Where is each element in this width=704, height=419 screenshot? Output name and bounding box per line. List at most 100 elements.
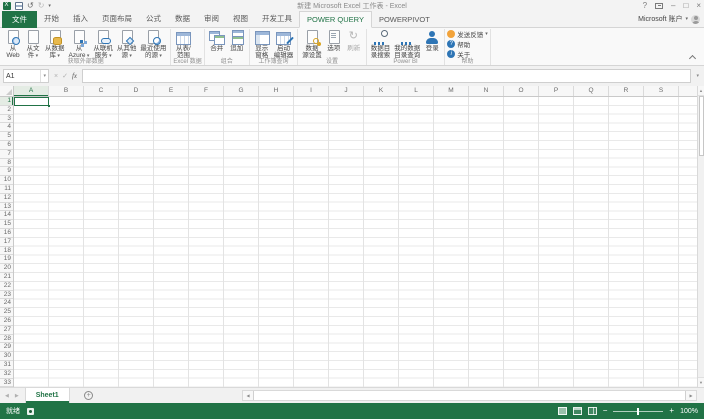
scroll-left-icon[interactable]: ◀ xyxy=(243,391,253,400)
ribbon-button-launch-editor[interactable]: 启动 编辑器 xyxy=(272,29,296,59)
column-header-J[interactable]: J xyxy=(329,86,364,96)
horizontal-scroll-thumb[interactable] xyxy=(253,391,686,400)
row-header-30[interactable]: 30 xyxy=(0,352,13,361)
zoom-level[interactable]: 100% xyxy=(680,408,698,415)
column-header-A[interactable]: A xyxy=(14,86,49,96)
row-header-1[interactable]: 1 xyxy=(0,97,13,106)
page-break-view-button[interactable] xyxy=(588,407,597,415)
column-header-B[interactable]: B xyxy=(49,86,84,96)
save-button[interactable] xyxy=(15,2,23,10)
normal-view-button[interactable] xyxy=(558,407,567,415)
page-layout-view-button[interactable] xyxy=(573,407,582,415)
row-header-2[interactable]: 2 xyxy=(0,106,13,115)
prev-sheet-icon[interactable]: ◀ xyxy=(5,393,9,399)
ribbon-button-from-file[interactable]: 从文 件 xyxy=(23,29,43,59)
column-header-F[interactable]: F xyxy=(189,86,224,96)
new-sheet-button[interactable] xyxy=(84,391,93,400)
row-header-22[interactable]: 22 xyxy=(0,282,13,291)
collapse-ribbon-icon[interactable] xyxy=(689,55,696,62)
zoom-out-button[interactable]: − xyxy=(603,407,608,415)
next-sheet-icon[interactable]: ▶ xyxy=(15,393,19,399)
close-button[interactable]: × xyxy=(696,1,701,10)
tab-review[interactable]: 审阅 xyxy=(197,10,226,27)
tab-data[interactable]: 数据 xyxy=(168,10,197,27)
row-header-13[interactable]: 13 xyxy=(0,203,13,212)
ribbon-button-from-azure[interactable]: 从 Azure xyxy=(67,29,92,59)
ribbon-button-send-feedback[interactable]: 发送反馈 xyxy=(447,29,488,38)
tab-formulas[interactable]: 公式 xyxy=(139,10,168,27)
tab-file[interactable]: 文件 xyxy=(2,11,37,28)
row-header-21[interactable]: 21 xyxy=(0,273,13,282)
tab-home[interactable]: 开始 xyxy=(37,10,66,27)
tab-powerpivot[interactable]: POWERPIVOT xyxy=(372,12,437,27)
row-header-23[interactable]: 23 xyxy=(0,291,13,300)
row-header-26[interactable]: 26 xyxy=(0,317,13,326)
row-header-15[interactable]: 15 xyxy=(0,220,13,229)
ribbon-button-sign-in[interactable]: 登录 xyxy=(422,29,442,59)
name-box-dropdown-icon[interactable]: ▾ xyxy=(40,70,46,82)
tab-power-query[interactable]: POWER QUERY xyxy=(299,11,372,28)
row-header-16[interactable]: 16 xyxy=(0,229,13,238)
tab-developer[interactable]: 开发工具 xyxy=(255,10,299,27)
column-header-Q[interactable]: Q xyxy=(574,86,609,96)
tab-view[interactable]: 视图 xyxy=(226,10,255,27)
row-header-10[interactable]: 10 xyxy=(0,176,13,185)
sheet-tab-sheet1[interactable]: Sheet1 xyxy=(25,388,70,403)
cancel-entry-button[interactable]: × xyxy=(54,73,58,80)
row-header-11[interactable]: 11 xyxy=(0,185,13,194)
ribbon-button-recent-sources[interactable]: 最近使用 的源 xyxy=(138,29,168,59)
tab-page-layout[interactable]: 页面布局 xyxy=(95,10,139,27)
select-all-corner[interactable] xyxy=(0,86,14,96)
column-header-L[interactable]: L xyxy=(399,86,434,96)
zoom-in-button[interactable]: + xyxy=(669,407,674,415)
vertical-scrollbar[interactable]: ▲ ▼ xyxy=(697,86,704,387)
ribbon-button-data-catalog-search[interactable]: 数据目 录搜索 xyxy=(369,29,393,59)
scroll-right-icon[interactable]: ▶ xyxy=(686,391,696,400)
row-header-24[interactable]: 24 xyxy=(0,299,13,308)
row-header-32[interactable]: 32 xyxy=(0,370,13,379)
ribbon-button-my-data-catalog-queries[interactable]: 我的数据 目录查询 xyxy=(392,29,422,59)
row-header-31[interactable]: 31 xyxy=(0,361,13,370)
zoom-slider[interactable] xyxy=(613,411,663,412)
row-header-8[interactable]: 8 xyxy=(0,159,13,168)
column-header-S[interactable]: S xyxy=(644,86,679,96)
ribbon-button-data-source-settings[interactable]: 数据 源设置 xyxy=(300,29,324,59)
column-header-E[interactable]: E xyxy=(154,86,189,96)
redo-button[interactable]: ↻ xyxy=(38,1,45,11)
cell-grid[interactable] xyxy=(14,97,704,387)
ribbon-button-help[interactable]: 帮助 xyxy=(447,39,470,48)
tab-insert[interactable]: 插入 xyxy=(66,10,95,27)
row-header-7[interactable]: 7 xyxy=(0,150,13,159)
ribbon-button-options[interactable]: 选项 xyxy=(324,29,344,59)
ribbon-button-from-web[interactable]: 从 Web xyxy=(3,29,23,59)
row-header-5[interactable]: 5 xyxy=(0,132,13,141)
row-header-29[interactable]: 29 xyxy=(0,343,13,352)
ribbon-button-from-database[interactable]: 从数据 库 xyxy=(43,29,67,59)
scroll-down-icon[interactable]: ▼ xyxy=(698,377,704,387)
column-header-K[interactable]: K xyxy=(364,86,399,96)
row-header-4[interactable]: 4 xyxy=(0,123,13,132)
macro-record-button[interactable] xyxy=(27,408,34,415)
column-header-H[interactable]: H xyxy=(259,86,294,96)
row-header-27[interactable]: 27 xyxy=(0,326,13,335)
row-header-19[interactable]: 19 xyxy=(0,255,13,264)
row-header-6[interactable]: 6 xyxy=(0,141,13,150)
ribbon-button-append[interactable]: 追加 xyxy=(227,29,247,59)
column-header-D[interactable]: D xyxy=(119,86,154,96)
column-header-O[interactable]: O xyxy=(504,86,539,96)
ribbon-button-from-online-services[interactable]: 从联机 服务 xyxy=(91,29,115,59)
column-header-G[interactable]: G xyxy=(224,86,259,96)
row-header-14[interactable]: 14 xyxy=(0,211,13,220)
name-box[interactable]: A1 ▾ xyxy=(3,69,49,83)
row-header-3[interactable]: 3 xyxy=(0,115,13,124)
undo-button[interactable]: ↺ xyxy=(27,1,34,11)
active-cell-selection[interactable] xyxy=(14,97,49,106)
confirm-entry-button[interactable]: ✓ xyxy=(62,72,68,80)
row-header-20[interactable]: 20 xyxy=(0,264,13,273)
row-header-33[interactable]: 33 xyxy=(0,379,13,388)
column-header-I[interactable]: I xyxy=(294,86,329,96)
vertical-scroll-thumb[interactable] xyxy=(699,96,704,156)
row-header-12[interactable]: 12 xyxy=(0,194,13,203)
row-header-9[interactable]: 9 xyxy=(0,167,13,176)
column-header-R[interactable]: R xyxy=(609,86,644,96)
